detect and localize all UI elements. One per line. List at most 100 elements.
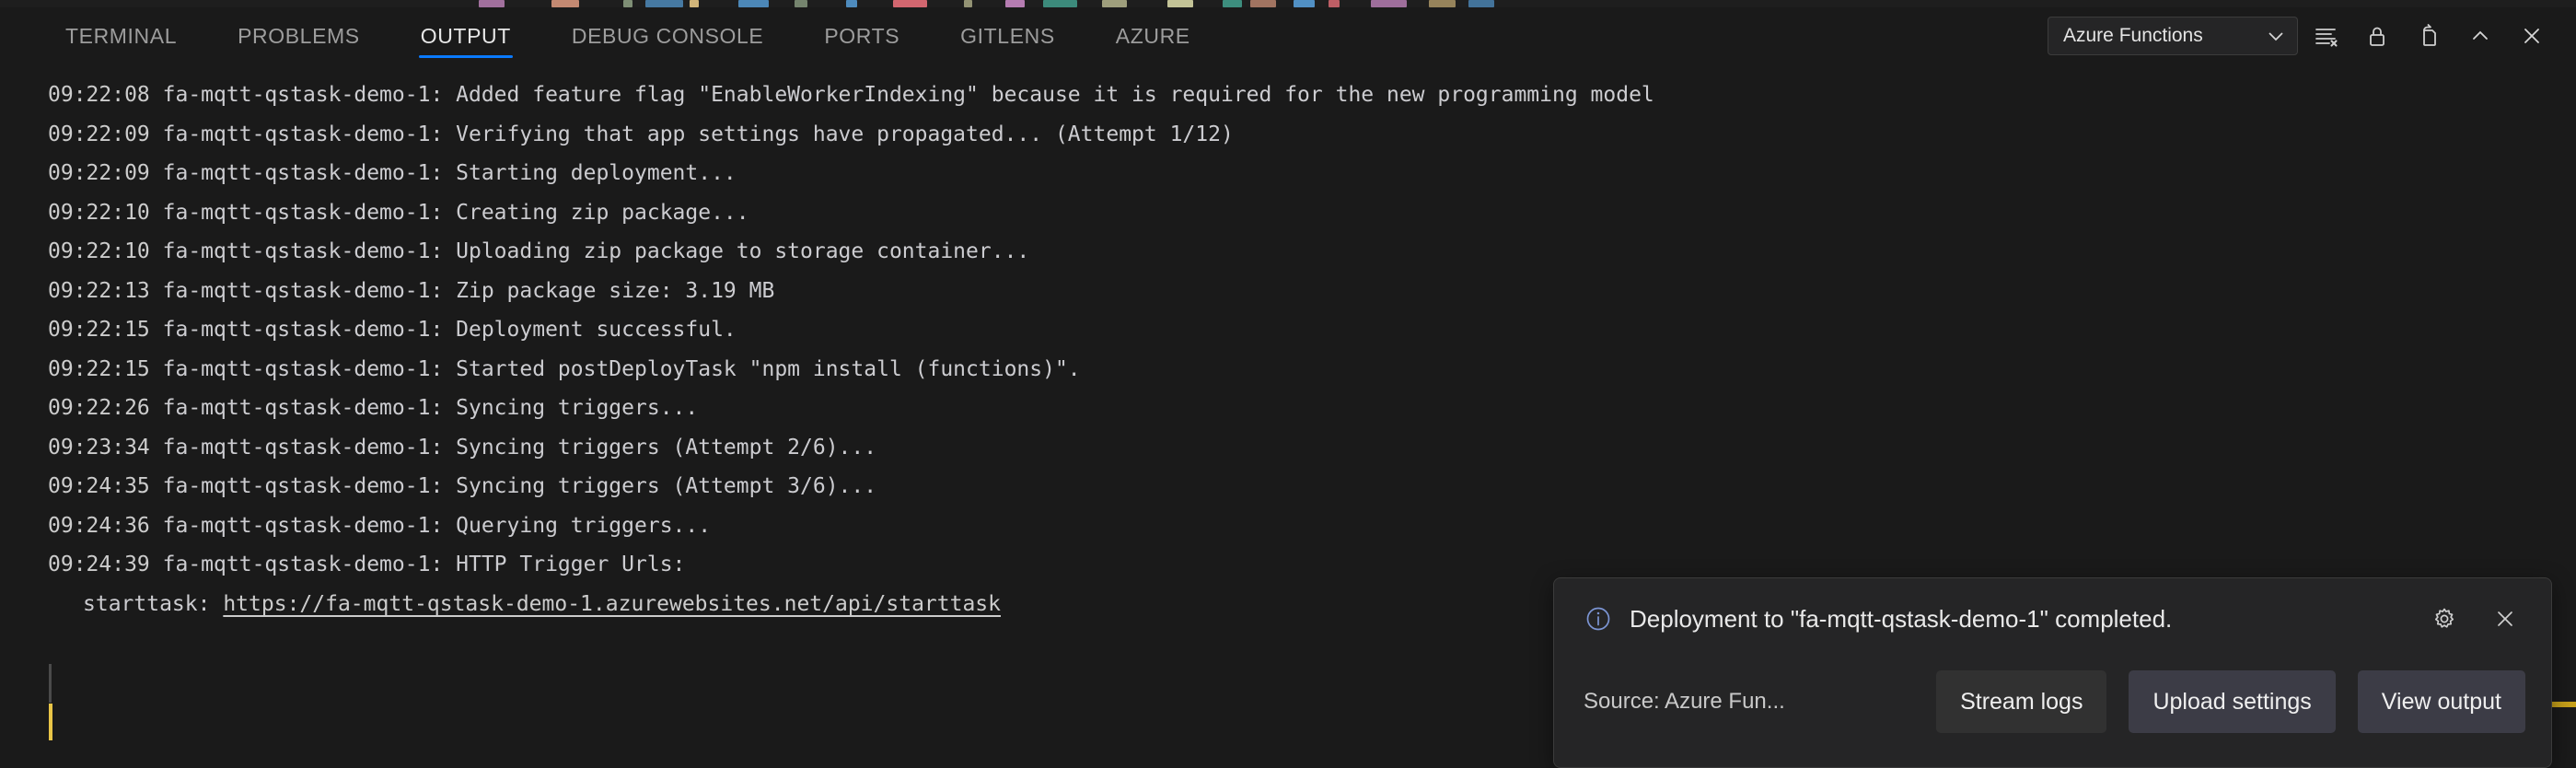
notification-button-stream-logs[interactable]: Stream logs: [1936, 670, 2107, 733]
editor-token: [1468, 0, 1494, 7]
log-message: Deployment successful.: [456, 318, 737, 342]
output-log-line: 09:22:15 fa-mqtt-qstask-demo-1: Started …: [48, 356, 1081, 381]
output-log-line: 09:22:09 fa-mqtt-qstask-demo-1: Starting…: [48, 161, 737, 185]
log-source: fa-mqtt-qstask-demo-1: [162, 161, 431, 185]
output-log-line: 09:23:34 fa-mqtt-qstask-demo-1: Syncing …: [48, 435, 877, 460]
log-message: Syncing triggers (Attempt 3/6)...: [456, 474, 877, 498]
panel-toolbar: Azure Functions: [2048, 7, 2556, 64]
open-in-editor-icon[interactable]: [2405, 12, 2453, 60]
log-message: HTTP Trigger Urls:: [456, 553, 686, 576]
editor-token: [893, 0, 927, 7]
output-log-line: 09:22:13 fa-mqtt-qstask-demo-1: Zip pack…: [48, 278, 775, 303]
log-timestamp: 09:24:36: [48, 513, 150, 538]
close-panel-icon[interactable]: [2508, 12, 2556, 60]
log-message: Querying triggers...: [456, 513, 712, 538]
output-log-line: 09:22:09 fa-mqtt-qstask-demo-1: Verifyin…: [48, 122, 1234, 146]
indent-guide: [49, 664, 52, 703]
output-channel-select[interactable]: Azure Functions: [2048, 17, 2298, 55]
log-source: fa-mqtt-qstask-demo-1: [162, 239, 431, 263]
log-message: Syncing triggers...: [456, 396, 699, 420]
notification-button-upload-settings[interactable]: Upload settings: [2129, 670, 2336, 733]
log-source: fa-mqtt-qstask-demo-1: [162, 318, 431, 342]
editor-token: [479, 0, 505, 7]
log-timestamp: 09:24:35: [48, 474, 150, 498]
output-log-line: 09:22:10 fa-mqtt-qstask-demo-1: Creating…: [48, 200, 749, 225]
editor-token: [1294, 0, 1315, 7]
editor-token: [1429, 0, 1456, 7]
clear-output-icon[interactable]: [2302, 12, 2350, 60]
log-source: fa-mqtt-qstask-demo-1: [162, 553, 431, 576]
editor-token: [846, 0, 857, 7]
log-source: fa-mqtt-qstask-demo-1: [162, 396, 431, 420]
notification-header: Deployment to "fa-mqtt-qstask-demo-1" co…: [1554, 578, 2551, 659]
log-timestamp: 09:22:09: [48, 122, 150, 146]
editor-token: [1223, 0, 1242, 7]
panel-tab-output[interactable]: OUTPUT: [390, 7, 541, 64]
log-source: fa-mqtt-qstask-demo-1: [162, 122, 431, 146]
notification-toast: Deployment to "fa-mqtt-qstask-demo-1" co…: [1553, 577, 2552, 768]
log-source: fa-mqtt-qstask-demo-1: [162, 435, 431, 460]
editor-token: [1102, 0, 1127, 7]
vscode-panel-screen: TERMINAL PROBLEMS OUTPUT DEBUG CONSOLE PORTS…: [0, 0, 2576, 768]
log-timestamp: 09:22:10: [48, 200, 150, 225]
notification-close-icon[interactable]: [2481, 595, 2529, 643]
notification-source: Source: Azure Fun...: [1584, 689, 1785, 714]
log-source: fa-mqtt-qstask-demo-1: [162, 83, 431, 107]
lock-scroll-icon[interactable]: [2353, 12, 2401, 60]
log-timestamp: 09:22:13: [48, 278, 150, 303]
log-source: fa-mqtt-qstask-demo-1: [162, 474, 431, 498]
maximize-panel-chevron-up-icon[interactable]: [2456, 12, 2504, 60]
editor-token: [645, 0, 683, 7]
output-channel-value: Azure Functions: [2063, 25, 2203, 46]
editor-token: [1329, 0, 1340, 7]
log-message: Added feature flag "EnableWorkerIndexing…: [456, 83, 1654, 107]
output-log-line: 09:22:15 fa-mqtt-qstask-demo-1: Deployme…: [48, 318, 737, 342]
editor-token: [1167, 0, 1193, 7]
log-timestamp: 09:22:09: [48, 161, 150, 185]
scrollbar-overview-marker[interactable]: [2551, 702, 2576, 707]
log-timestamp: 09:22:15: [48, 356, 150, 381]
log-source: fa-mqtt-qstask-demo-1: [162, 200, 431, 225]
http-trigger-url-link[interactable]: https://fa-mqtt-qstask-demo-1.azurewebsi…: [223, 592, 1001, 616]
text-caret: [49, 704, 52, 740]
notification-action-icons: [2406, 595, 2529, 643]
panel-tab-terminal[interactable]: TERMINAL: [35, 7, 207, 64]
notification-footer: Source: Azure Fun... Stream logs Upload s…: [1554, 659, 2551, 744]
log-source: fa-mqtt-qstask-demo-1: [162, 356, 431, 381]
editor-token: [1005, 0, 1025, 7]
editor-token: [964, 0, 972, 7]
log-timestamp: 09:22:08: [48, 83, 150, 107]
editor-token: [623, 0, 632, 7]
log-message: Syncing triggers (Attempt 2/6)...: [456, 435, 877, 460]
info-icon: [1584, 604, 1613, 634]
editor-token: [1250, 0, 1276, 7]
log-timestamp: 09:22:15: [48, 318, 150, 342]
log-timestamp: 09:24:39: [48, 553, 150, 576]
log-message: Creating zip package...: [456, 200, 749, 225]
log-message: Verifying that app settings have propaga…: [456, 122, 1234, 146]
output-log-line: 09:24:35 fa-mqtt-qstask-demo-1: Syncing …: [48, 474, 877, 498]
editor-token: [738, 0, 769, 7]
log-message: Zip package size: 3.19 MB: [456, 278, 775, 303]
editor-sliver: [0, 0, 2576, 7]
output-log-line: 09:22:10 fa-mqtt-qstask-demo-1: Uploadin…: [48, 239, 1030, 263]
log-timestamp: 09:22:26: [48, 396, 150, 420]
notification-button-view-output[interactable]: View output: [2357, 670, 2525, 733]
chevron-down-icon: [2266, 26, 2286, 46]
panel-tab-problems[interactable]: PROBLEMS: [207, 7, 390, 64]
panel-tab-azure[interactable]: AZURE: [1085, 7, 1221, 64]
log-message: Uploading zip package to storage contain…: [456, 239, 1030, 263]
panel-tab-ports[interactable]: PORTS: [794, 7, 930, 64]
log-timestamp: 09:22:10: [48, 239, 150, 263]
editor-token: [1043, 0, 1077, 7]
gear-icon[interactable]: [2420, 595, 2468, 643]
notification-buttons: Stream logs Upload settings View output: [1805, 670, 2525, 733]
panel-tab-debug-console[interactable]: DEBUG CONSOLE: [541, 7, 794, 64]
panel-tab-gitlens[interactable]: GITLENS: [930, 7, 1085, 64]
editor-token: [690, 0, 699, 7]
output-log-line: 09:22:08 fa-mqtt-qstask-demo-1: Added fe…: [48, 83, 1654, 107]
panel-tabs: TERMINAL PROBLEMS OUTPUT DEBUG CONSOLE PORTS…: [35, 7, 1221, 64]
log-message: Starting deployment...: [456, 161, 737, 185]
output-log-line: 09:24:36 fa-mqtt-qstask-demo-1: Querying…: [48, 513, 712, 538]
notification-message: Deployment to "fa-mqtt-qstask-demo-1" co…: [1630, 604, 2173, 633]
